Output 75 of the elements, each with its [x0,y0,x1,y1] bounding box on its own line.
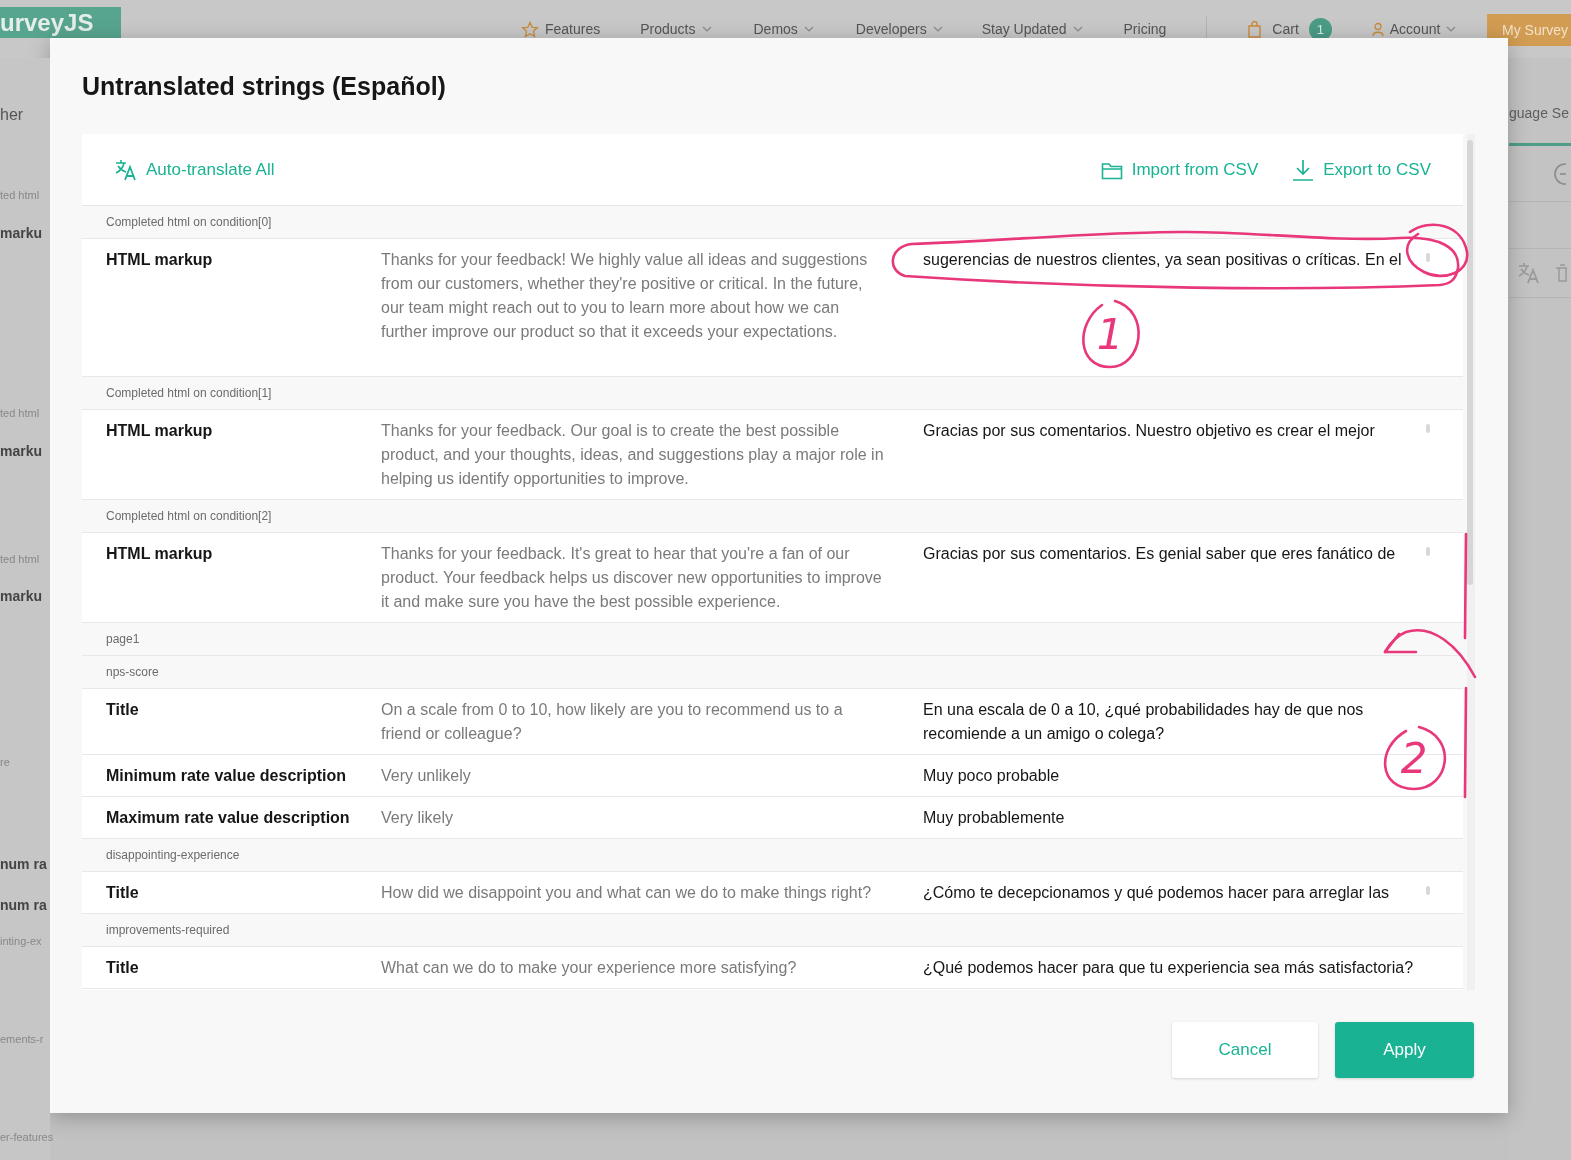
group-header: Completed html on condition[1] [82,377,1463,410]
scrollbar[interactable] [1467,134,1475,990]
property-label: Title [106,700,140,720]
translate-icon [114,157,137,182]
row-label: marku [0,225,43,241]
group-label: ted html [0,188,40,203]
original-text: Very likely [381,808,455,828]
original-text: What can we do to make your experience more satisfying? [381,958,798,978]
export-csv-button[interactable]: Export to CSV [1292,158,1431,181]
group-header: Completed html on condition[0] [82,206,1463,239]
translation-field[interactable]: Muy poco probable [923,764,1060,788]
scrollbar-thumb[interactable] [1426,547,1430,556]
group-label: re [0,755,10,770]
auto-translate-button[interactable]: Auto-translate All [114,157,275,182]
property-label: HTML markup [106,544,214,564]
circled-number: 1 [1082,299,1140,369]
trash-icon[interactable] [1555,263,1567,283]
group-header: nps-score [82,656,1463,689]
dialog-title: Untranslated strings (Español) [82,71,447,102]
group-label: ted html [0,552,40,567]
property-label: Title [106,883,140,903]
cart-link[interactable]: Cart [1247,20,1299,38]
group-header: page1 [82,623,1463,656]
circled-number: 2 [1383,725,1446,791]
group-header: improvements-required [82,914,1463,947]
original-text: Thanks for your feedback! We highly value all ideas and suggestions from our customers, whether they're positive or critical. In the future, our team might reach out to you to learn more about how we can further improve our product so that it exceeds your expectations. [381,250,869,342]
original-text: Thanks for your feedback. It's great to hear that you're a fan of our product. Your feedback helps us discover new opportunities to improve it and make sure you have the best possible experience. [381,544,883,612]
person-icon [1371,21,1384,37]
nav-link[interactable]: Features [521,20,601,38]
star-icon [521,20,539,38]
property-label: HTML markup [106,250,214,270]
translation-field[interactable]: En una escala de 0 a 10, ¿qué probabilidades hay de que nos recomiende a un amigo o colega? [923,698,1378,746]
apply-button[interactable]: Apply [1335,1022,1474,1078]
group-header: Completed html on condition[2] [82,500,1463,533]
row-label: marku [0,588,43,604]
scrollbar-thumb[interactable] [1426,253,1430,262]
bag-icon [1247,20,1263,38]
group-label: ted html [0,406,40,421]
original-text: How did we disappoint you and what can we do to make things right? [381,883,873,903]
property-label: Maximum rate value description [106,808,351,828]
translation-field[interactable]: Muy probablemente [923,806,1065,830]
translation-field[interactable]: ¿Cómo te decepcionamos y qué podemos hacer para arreglar las [923,881,1457,905]
row-label: num ra [0,856,47,872]
translation-field[interactable]: Gracias por sus comentarios. Es genial saber que eres fanático de [923,542,1457,566]
property-label: Title [106,958,140,978]
scrollbar-thumb[interactable] [1426,886,1430,895]
property-label: HTML markup [106,421,214,441]
group-label: ements-r [0,1032,44,1047]
row-label: marku [0,443,43,459]
account-menu[interactable]: Account [1371,21,1457,37]
translation-field[interactable]: Gracias por sus comentarios. Nuestro objetivo es crear el mejor [923,419,1457,443]
original-text: On a scale from 0 to 10, how likely are you to recommend us to a friend or colleague? [381,700,844,744]
import-csv-button[interactable]: Import from CSV [1100,159,1259,180]
nav-link[interactable]: Stay Updated [981,21,1083,37]
original-text: Very unlikely [381,766,472,786]
group-label: inting-ex [0,934,42,949]
nav-link[interactable]: Products [640,21,712,37]
scrollbar-thumb[interactable] [1426,424,1430,433]
download-icon [1292,158,1315,181]
property-label: Minimum rate value description [106,766,348,786]
logo[interactable]: urveyJS [0,7,121,38]
nav-link[interactable]: Developers [855,21,943,37]
translation-field[interactable]: sugerencias de nuestros clientes, ya sean positivas o críticas. En el [923,248,1457,272]
tab-label: her [0,107,24,123]
nav-link[interactable]: Pricing [1123,21,1167,37]
row-label: num ra [0,897,47,913]
caret-icon [1446,25,1457,33]
original-text: Thanks for your feedback. Our goal is to create the best possible product, and your thoughts, ideas, and suggestions play a major role in helping us identify opportunities to improve. [381,421,885,489]
group-label: er-features [0,1130,54,1145]
translation-field[interactable]: ¿Qué podemos hacer para que tu experiencia sea más satisfactoria? [923,956,1414,980]
group-header: disappointing-experience [82,839,1463,872]
cancel-button[interactable]: Cancel [1172,1022,1318,1078]
cart-count-badge: 1 [1308,17,1332,41]
nav-link[interactable]: Demos [753,21,814,37]
translate-icon[interactable] [1517,261,1541,285]
